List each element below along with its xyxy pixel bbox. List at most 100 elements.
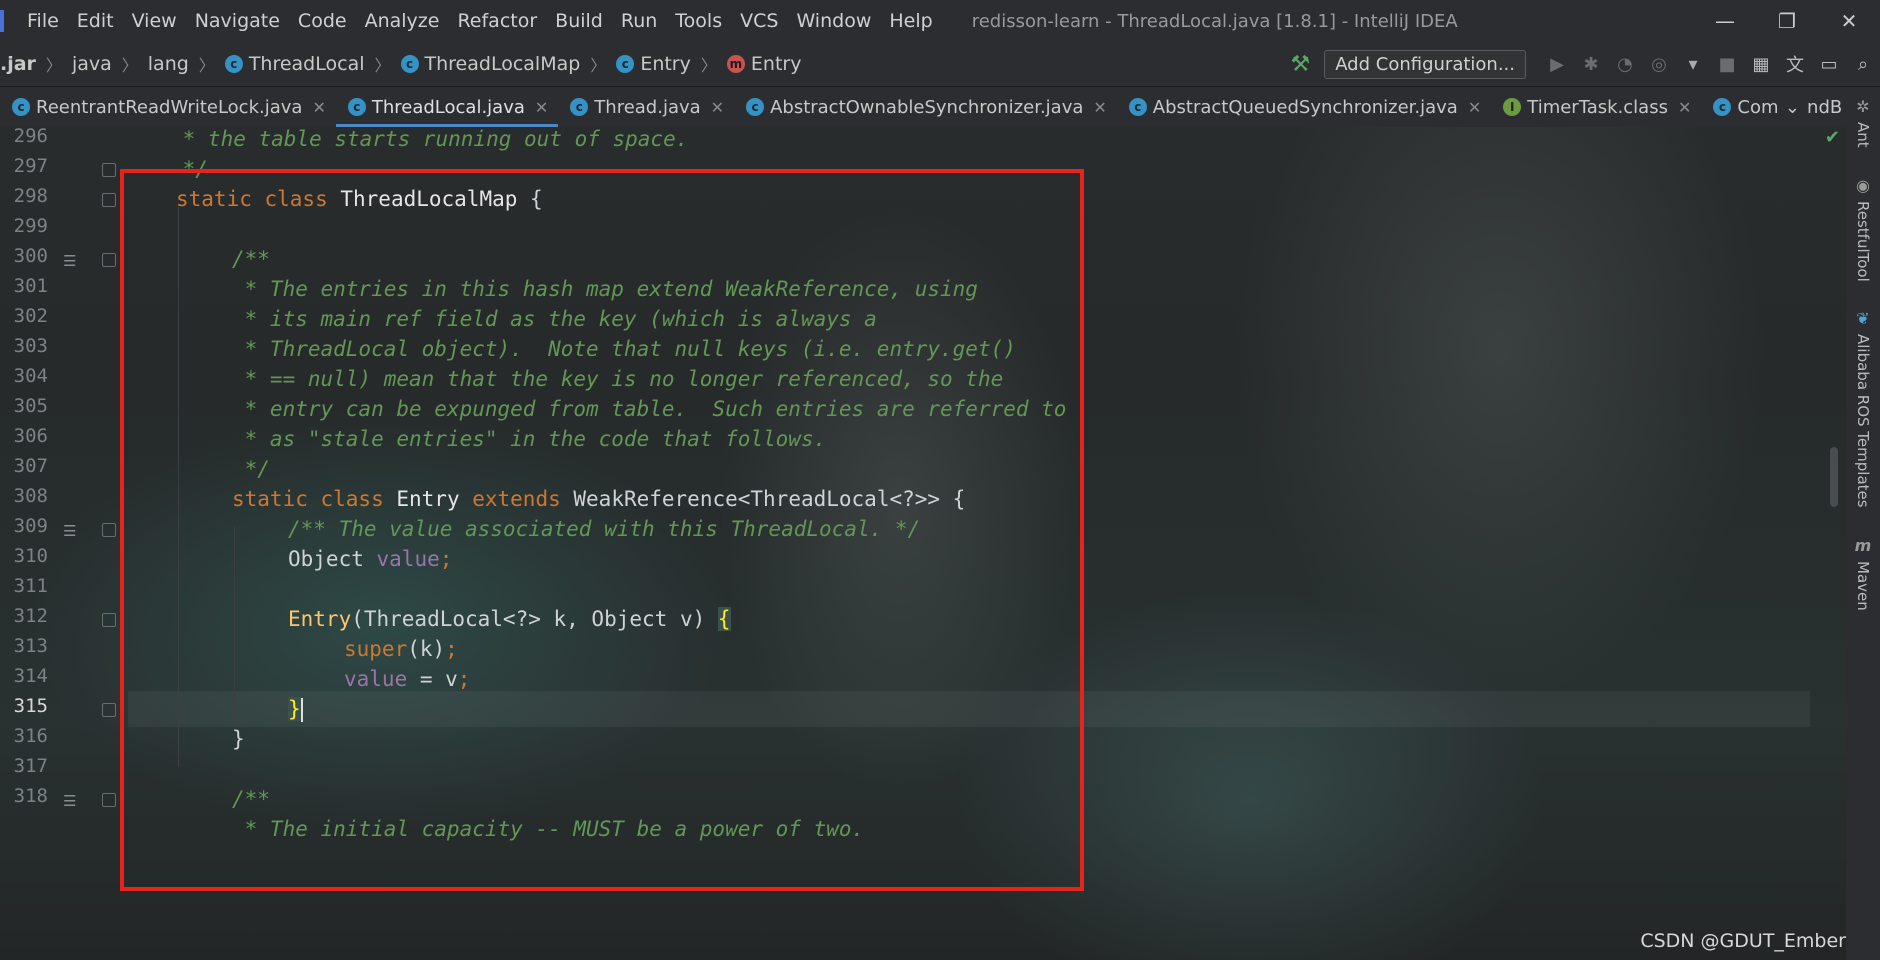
tool-ant[interactable]: Ant (1854, 122, 1872, 148)
menu-tools[interactable]: Tools (666, 10, 731, 32)
fold-marker-icon[interactable] (102, 193, 116, 207)
tab-close-icon[interactable]: ✕ (1093, 98, 1106, 117)
fold-marker-icon[interactable] (102, 793, 116, 807)
code-line-296: * the table starts running out of space. (170, 127, 689, 151)
stop-icon[interactable]: ■ (1710, 54, 1744, 75)
line-number-current: 315 (13, 695, 48, 717)
breadcrumb-separator-icon: 〉 (374, 56, 391, 75)
menu-refactor[interactable]: Refactor (448, 10, 546, 32)
tab-abstractqueuedsynchronizer[interactable]: c AbstractQueuedSynchronizer.java ✕ (1117, 87, 1491, 127)
breadcrumb-entry-class[interactable]: Entry (640, 53, 691, 75)
run-dropdown-icon[interactable]: ▾ (1676, 54, 1710, 75)
line-number: 306 (13, 425, 48, 447)
tool-maven[interactable]: Maven (1854, 561, 1872, 611)
class-icon: c (1713, 98, 1732, 116)
tab-list-chevron-down-icon[interactable]: ⌄ (1776, 87, 1808, 127)
translate-icon[interactable]: 文 (1778, 51, 1812, 77)
presentation-icon[interactable]: ▭ (1812, 54, 1846, 75)
menu-run[interactable]: Run (612, 10, 666, 32)
breadcrumb-entry-method[interactable]: Entry (751, 53, 802, 75)
line-number: 299 (13, 215, 48, 237)
scrollbar-thumb[interactable] (1830, 447, 1838, 507)
rendered-doc-icon[interactable]: ☰ (63, 792, 76, 810)
line-number: 301 (13, 275, 48, 297)
tool-alibaba-ros-templates[interactable]: Alibaba ROS Templates (1854, 334, 1872, 508)
search-icon[interactable]: ⌕ (1846, 54, 1880, 75)
line-number: 309 (13, 515, 48, 537)
interface-icon: I (1503, 98, 1522, 116)
tab-abstractownablesynchronizer[interactable]: c AbstractOwnableSynchronizer.java ✕ (734, 87, 1117, 127)
breadcrumb-lang[interactable]: lang (148, 53, 189, 75)
menu-vcs[interactable]: VCS (731, 10, 787, 32)
tab-timertask[interactable]: I TimerTask.class ✕ (1491, 87, 1701, 127)
fold-marker-icon[interactable] (102, 703, 116, 717)
tab-close-icon[interactable]: ✕ (1468, 98, 1481, 117)
fold-marker-icon[interactable] (102, 613, 116, 627)
breadcrumb-separator-icon: 〉 (198, 56, 215, 75)
project-structure-icon[interactable]: ▦ (1744, 54, 1778, 75)
tab-close-icon[interactable]: ✕ (711, 98, 724, 117)
breadcrumb-separator-icon: 〉 (700, 56, 717, 75)
tab-label: ThreadLocal.java (371, 96, 525, 118)
tab-label: AbstractOwnableSynchronizer.java (770, 96, 1084, 118)
annotation-highlight-box (120, 169, 1084, 891)
profile-icon[interactable]: ◎ (1642, 54, 1676, 75)
class-icon: c (616, 55, 635, 73)
menu-file[interactable]: File (18, 10, 68, 32)
menu-bar: File Edit View Navigate Code Analyze Ref… (0, 0, 1880, 42)
fold-marker-icon[interactable] (102, 253, 116, 267)
tab-threadlocal[interactable]: c ThreadLocal.java ✕ (335, 87, 559, 127)
tab-reentrantreadwritelock[interactable]: c ReentrantReadWriteLock.java ✕ (0, 87, 336, 127)
restore-icon[interactable]: ❐ (1756, 0, 1818, 42)
menu-edit[interactable]: Edit (68, 10, 123, 32)
menu-analyze[interactable]: Analyze (356, 10, 449, 32)
breadcrumb-java[interactable]: java (72, 53, 112, 75)
tab-thread[interactable]: c Thread.java ✕ (558, 87, 734, 127)
tab-label: AbstractQueuedSynchronizer.java (1152, 96, 1458, 118)
menu-window[interactable]: Window (787, 10, 880, 32)
class-icon: c (224, 55, 243, 73)
menu-view[interactable]: View (123, 10, 186, 32)
watermark: CSDN @GDUT_Ember (1640, 930, 1846, 952)
line-number: 313 (13, 635, 48, 657)
class-icon: c (1128, 98, 1147, 116)
minimize-icon[interactable]: — (1694, 0, 1756, 42)
alibaba-ros-icon: ❦ (1856, 309, 1870, 329)
line-number: 317 (13, 755, 48, 777)
tab-close-icon[interactable]: ✕ (535, 98, 548, 117)
build-hammer-icon[interactable]: ⚒ (1290, 52, 1310, 77)
line-number: 296 (13, 125, 48, 147)
line-number: 305 (13, 395, 48, 417)
editor-scrollbar[interactable]: ✔ (1816, 127, 1846, 960)
tab-close-icon[interactable]: ✕ (1678, 98, 1691, 117)
fold-marker-icon[interactable] (102, 163, 116, 177)
line-number: 298 (13, 185, 48, 207)
app-logo-icon (0, 10, 4, 32)
menu-help[interactable]: Help (880, 10, 941, 32)
line-number: 314 (13, 665, 48, 687)
breadcrumb-threadlocal[interactable]: ThreadLocal (249, 53, 365, 75)
add-configuration-button[interactable]: Add Configuration... (1324, 49, 1526, 79)
menu-code[interactable]: Code (289, 10, 356, 32)
run-icon[interactable]: ▶ (1540, 54, 1574, 75)
coverage-icon[interactable]: ◔ (1608, 54, 1642, 75)
tab-close-icon[interactable]: ✕ (312, 98, 325, 117)
breadcrumb-jar[interactable]: .jar (0, 53, 36, 75)
menu-navigate[interactable]: Navigate (186, 10, 289, 32)
breadcrumb: .jar 〉 java 〉 lang 〉 c ThreadLocal 〉 c Thr… (0, 52, 801, 76)
debug-icon[interactable]: ✱ (1574, 54, 1608, 75)
window-title: redisson-learn - ThreadLocal.java [1.8.1… (971, 10, 1458, 32)
fold-marker-icon[interactable] (102, 523, 116, 537)
rendered-doc-icon[interactable]: ☰ (63, 252, 76, 270)
ant-icon: ✲ (1856, 97, 1870, 116)
editor-gutter: 296 297 298 299 300 301 302 303 304 305 … (0, 125, 120, 960)
navigation-bar: .jar 〉 java 〉 lang 〉 c ThreadLocal 〉 c Thr… (0, 42, 1880, 87)
line-number: 303 (13, 335, 48, 357)
tool-restfultool[interactable]: RestfulTool (1854, 201, 1872, 282)
rendered-doc-icon[interactable]: ☰ (63, 522, 76, 540)
inspection-ok-check-icon[interactable]: ✔ (1825, 127, 1840, 148)
close-icon[interactable]: ✕ (1818, 0, 1880, 42)
menu-build[interactable]: Build (546, 10, 612, 32)
class-icon: c (746, 98, 765, 116)
breadcrumb-threadlocalmap[interactable]: ThreadLocalMap (425, 53, 581, 75)
